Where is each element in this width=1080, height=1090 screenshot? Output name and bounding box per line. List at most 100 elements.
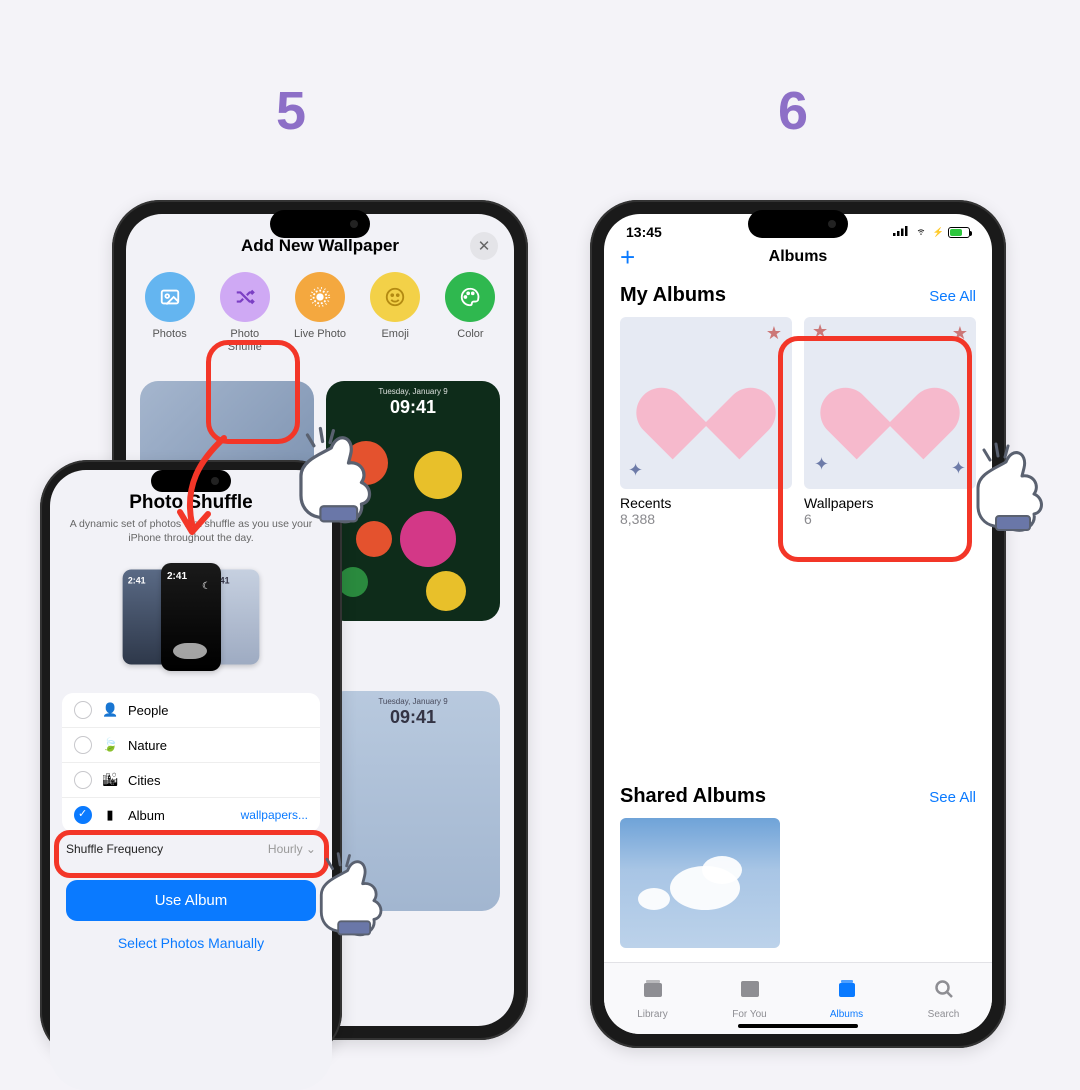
album-recents[interactable]: ✦ ★ Recents 8,388 xyxy=(620,317,792,527)
phone-5-front: Photo Shuffle A dynamic set of photos th… xyxy=(40,460,342,1060)
emoji-icon xyxy=(370,272,420,322)
row-label: Album xyxy=(128,808,165,823)
photo-shuffle-title: Photo Shuffle xyxy=(64,492,318,514)
leaf-icon: 🍃 xyxy=(102,737,118,753)
album-thumbnail: ✦ ★ xyxy=(620,317,792,489)
category-photos[interactable]: Photos xyxy=(140,272,199,353)
wallpaper-title: Add New Wallpaper xyxy=(241,236,399,256)
shared-albums-section: Shared Albums See All xyxy=(604,777,992,948)
shared-albums-title: Shared Albums xyxy=(620,785,766,808)
phone-6-screen: 13:45 ⚡ + Albums My Albums See All xyxy=(604,214,992,1034)
search-icon xyxy=(932,977,956,1007)
heart-icon xyxy=(658,358,754,441)
category-label: Photos xyxy=(152,328,186,341)
sparkle-icon: ✦ xyxy=(951,458,966,479)
select-photos-manually-link[interactable]: Select Photos Manually xyxy=(50,927,332,959)
shuffle-source-list: 👤 People 🍃 Nature 🏙 Cities ▮ Album wallp… xyxy=(62,693,320,832)
row-album[interactable]: ▮ Album wallpapers... xyxy=(62,798,320,832)
albums-title: Albums xyxy=(769,248,828,266)
photo-shuffle-subtitle: A dynamic set of photos that shuffle as … xyxy=(64,518,318,545)
album-icon: ▮ xyxy=(102,807,118,823)
close-icon: ✕ xyxy=(478,237,491,255)
row-label: People xyxy=(128,703,168,718)
photos-icon xyxy=(145,272,195,322)
phone-notch xyxy=(270,210,370,238)
my-albums-title: My Albums xyxy=(620,284,726,307)
shuffle-preview: 2:41 2:41 ☾ 2:41 xyxy=(50,563,332,683)
heart-icon xyxy=(842,358,938,441)
preview-card: 2:41 ☾ xyxy=(161,563,221,671)
see-all-link[interactable]: See All xyxy=(929,288,976,305)
wifi-icon xyxy=(913,225,929,239)
tab-search[interactable]: Search xyxy=(895,963,992,1034)
tab-label: Library xyxy=(637,1009,668,1020)
wallpaper-date: Tuesday, January 9 xyxy=(378,697,447,706)
add-button[interactable]: + xyxy=(620,242,635,273)
phone-5-front-screen: Photo Shuffle A dynamic set of photos th… xyxy=(50,470,332,1090)
row-people[interactable]: 👤 People xyxy=(62,693,320,728)
library-icon xyxy=(641,977,665,1007)
album-count: 8,388 xyxy=(620,511,792,527)
category-label: Photo Shuffle xyxy=(215,328,274,353)
use-album-button[interactable]: Use Album xyxy=(66,880,316,921)
palette-icon xyxy=(445,272,495,322)
category-live-photo[interactable]: Live Photo xyxy=(290,272,349,353)
my-albums-header: My Albums See All xyxy=(604,276,992,317)
step-number-6: 6 xyxy=(778,80,808,142)
album-wallpapers[interactable]: ✦ ✦ ★ ★ Wallpapers 6 xyxy=(804,317,976,527)
albums-header: + Albums xyxy=(604,242,992,276)
wallpaper-card-unity[interactable]: Tuesday, January 9 09:41 Unity Bloom xyxy=(326,381,500,621)
see-all-link[interactable]: See All xyxy=(929,789,976,806)
wallpaper-date: Tuesday, January 9 xyxy=(378,387,447,396)
wallpaper-clock: 09:41 xyxy=(390,397,436,418)
radio-unchecked-icon xyxy=(74,701,92,719)
tab-label: Albums xyxy=(830,1009,863,1020)
row-cities[interactable]: 🏙 Cities xyxy=(62,763,320,798)
freq-value: Hourly ⌄ xyxy=(268,842,316,856)
preview-time: 2:41 xyxy=(167,571,187,582)
albums-row: ✦ ★ Recents 8,388 ✦ ✦ ★ ★ Wallpapers 6 xyxy=(604,317,992,527)
city-icon: 🏙 xyxy=(102,772,118,788)
album-name: Recents xyxy=(620,495,792,511)
sparkle-icon: ✦ xyxy=(628,460,643,481)
tab-library[interactable]: Library xyxy=(604,963,701,1034)
row-label: Cities xyxy=(128,773,161,788)
freq-label: Shuffle Frequency xyxy=(66,842,163,856)
tab-label: For You xyxy=(732,1009,766,1020)
status-time: 13:45 xyxy=(626,224,662,240)
category-label: Live Photo xyxy=(294,328,346,341)
row-nature[interactable]: 🍃 Nature xyxy=(62,728,320,763)
star-icon: ★ xyxy=(766,323,782,344)
person-icon: 👤 xyxy=(102,702,118,718)
category-label: Color xyxy=(457,328,483,341)
preview-time: 2:41 xyxy=(128,577,146,587)
shared-albums-header: Shared Albums See All xyxy=(604,777,992,818)
close-button[interactable]: ✕ xyxy=(470,232,498,260)
album-count: 6 xyxy=(804,511,976,527)
album-value[interactable]: wallpapers... xyxy=(241,808,308,822)
sparkle-icon: ✦ xyxy=(814,454,829,475)
category-color[interactable]: Color xyxy=(441,272,500,353)
shuffle-icon xyxy=(220,272,270,322)
phone-notch xyxy=(151,470,231,492)
row-label: Nature xyxy=(128,738,167,753)
battery-icon xyxy=(948,227,970,238)
phone-notch xyxy=(748,210,848,238)
phone-6: 13:45 ⚡ + Albums My Albums See All xyxy=(590,200,1006,1048)
signal-icon xyxy=(893,225,909,239)
shared-album-thumbnail[interactable] xyxy=(620,818,780,948)
wallpaper-categories: Photos Photo Shuffle Live Photo Emoji xyxy=(126,266,514,361)
wallpaper-card-4[interactable]: Tuesday, January 9 09:41 xyxy=(326,691,500,911)
category-emoji[interactable]: Emoji xyxy=(366,272,425,353)
albums-icon xyxy=(835,977,859,1007)
album-thumbnail: ✦ ✦ ★ ★ xyxy=(804,317,976,489)
star-icon: ★ xyxy=(812,321,828,342)
tab-label: Search xyxy=(928,1009,960,1020)
shuffle-frequency-row[interactable]: Shuffle Frequency Hourly ⌄ xyxy=(66,842,316,856)
category-label: Emoji xyxy=(381,328,409,341)
radio-checked-icon xyxy=(74,806,92,824)
album-name: Wallpapers xyxy=(804,495,976,511)
for-you-icon xyxy=(738,977,762,1007)
category-photo-shuffle[interactable]: Photo Shuffle xyxy=(215,272,274,353)
step-number-5: 5 xyxy=(276,80,306,142)
